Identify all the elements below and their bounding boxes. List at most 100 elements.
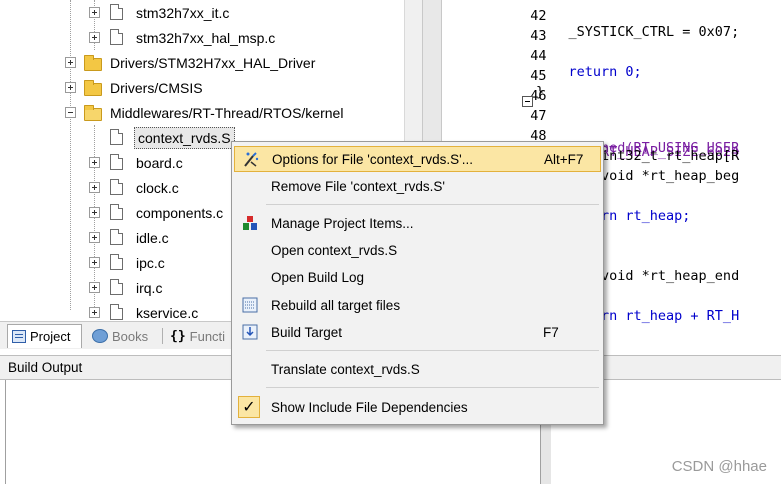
- line-number: 46: [530, 88, 547, 104]
- menu-item-label: Show Include File Dependencies: [271, 399, 468, 415]
- books-icon: [92, 329, 108, 343]
- manage-items-icon: [240, 213, 260, 233]
- tree-item-stm32h7xx-hal-msp[interactable]: stm32h7xx_hal_msp.c: [0, 25, 404, 50]
- tab-project[interactable]: Project: [7, 324, 82, 348]
- expand-icon[interactable]: [89, 207, 100, 218]
- build-output-title: Build Output: [8, 360, 83, 375]
- folder-icon: [84, 80, 102, 96]
- file-icon: [110, 204, 123, 220]
- tree-item-hal-driver-folder[interactable]: Drivers/STM32H7xx_HAL_Driver: [0, 50, 404, 75]
- tree-item-cmsis-folder[interactable]: Drivers/CMSIS: [0, 75, 404, 100]
- file-icon: [110, 4, 123, 20]
- tree-item-label: irq.c: [136, 279, 163, 296]
- watermark: CSDN @hhae: [671, 458, 767, 475]
- tree-item-stm32h7xx-it[interactable]: stm32h7xx_it.c: [0, 0, 404, 25]
- check-icon: ✓: [238, 396, 260, 418]
- file-icon: [110, 179, 123, 195]
- tab-label: Books: [112, 328, 149, 344]
- fold-collapse-icon[interactable]: [522, 96, 533, 107]
- tree-item-label: board.c: [136, 154, 183, 171]
- tree-item-kernel-folder[interactable]: Middlewares/RT-Thread/RTOS/kernel: [0, 100, 404, 125]
- folder-icon: [84, 55, 102, 71]
- tab-label: Project: [30, 329, 71, 344]
- code-line: 46: [442, 72, 546, 104]
- menu-item-label: Open Build Log: [271, 269, 365, 285]
- code-line: 43: [442, 12, 546, 44]
- context-menu: Options for File 'context_rvds.S'... Alt…: [231, 141, 604, 425]
- menu-separator: [266, 350, 599, 351]
- menu-item-label: Manage Project Items...: [271, 215, 414, 231]
- expand-icon[interactable]: [89, 7, 100, 18]
- file-icon: [110, 154, 123, 170]
- line-number: 43: [530, 28, 547, 44]
- tree-item-label: kservice.c: [136, 304, 199, 321]
- collapse-icon[interactable]: [65, 107, 76, 118]
- code-line: 42 _SYSTICK_CTRL = 0x07;: [442, 0, 739, 40]
- expand-icon[interactable]: [89, 257, 100, 268]
- menu-item-rebuild-all[interactable]: Rebuild all target files: [234, 292, 601, 318]
- file-icon: [110, 229, 123, 245]
- line-number: 45: [530, 68, 547, 84]
- tree-item-label: components.c: [136, 204, 224, 221]
- tree-item-label: Drivers/STM32H7xx_HAL_Driver: [110, 54, 316, 71]
- tab-functions[interactable]: {} Functi: [170, 324, 230, 348]
- tree-item-label: idle.c: [136, 229, 169, 246]
- tree-item-label: clock.c: [136, 179, 179, 196]
- code-line: 48 #define RT_HEAP_SIZE 6024: [442, 112, 739, 160]
- menu-item-label: Open context_rvds.S: [271, 242, 398, 258]
- tree-item-label: stm32h7xx_it.c: [136, 4, 230, 21]
- menu-item-open-build-log[interactable]: Open Build Log: [234, 264, 601, 290]
- menu-item-build-target[interactable]: Build Target F7: [234, 319, 601, 345]
- code-line: 47 #if defined(RT_USING_USER: [442, 92, 739, 156]
- menu-item-shortcut: Alt+F7: [544, 151, 584, 167]
- code-text: return 0;: [536, 64, 642, 80]
- menu-item-remove-file[interactable]: Remove File 'context_rvds.S': [234, 173, 601, 199]
- menu-item-label: Translate context_rvds.S: [271, 361, 420, 377]
- tree-item-label: ipc.c: [136, 254, 165, 271]
- file-icon: [110, 254, 123, 270]
- menu-item-manage-project-items[interactable]: Manage Project Items...: [234, 210, 601, 236]
- tree-item-label: Middlewares/RT-Thread/RTOS/kernel: [110, 104, 344, 121]
- tab-books[interactable]: Books: [90, 324, 160, 348]
- tab-divider: [162, 328, 163, 344]
- open-folder-icon: [84, 105, 102, 121]
- file-icon: [110, 304, 123, 320]
- project-icon: [12, 330, 26, 343]
- line-number: 44: [530, 48, 547, 64]
- menu-item-shortcut: F7: [543, 324, 559, 340]
- tab-label: Functi: [189, 328, 226, 344]
- file-icon: [110, 279, 123, 295]
- file-icon: [110, 29, 123, 45]
- expand-icon[interactable]: [89, 182, 100, 193]
- expand-icon[interactable]: [89, 282, 100, 293]
- menu-separator: [266, 387, 599, 388]
- expand-icon[interactable]: [65, 82, 76, 93]
- build-icon: [240, 322, 260, 342]
- rebuild-icon: [240, 295, 260, 315]
- menu-item-label: Build Target: [271, 324, 343, 340]
- expand-icon[interactable]: [89, 32, 100, 43]
- menu-item-options-for-file[interactable]: Options for File 'context_rvds.S'... Alt…: [234, 146, 601, 172]
- menu-separator: [266, 204, 599, 205]
- menu-item-label: Rebuild all target files: [271, 297, 401, 313]
- expand-icon[interactable]: [89, 157, 100, 168]
- tree-item-label: context_rvds.S: [134, 126, 235, 149]
- tree-item-label: stm32h7xx_hal_msp.c: [136, 29, 276, 46]
- menu-item-label: Remove File 'context_rvds.S': [271, 178, 445, 194]
- menu-item-translate[interactable]: Translate context_rvds.S: [234, 356, 601, 382]
- menu-item-show-include-deps[interactable]: ✓ Show Include File Dependencies: [234, 394, 601, 420]
- code-text: _SYSTICK_CTRL = 0x07;: [536, 24, 740, 40]
- expand-icon[interactable]: [89, 307, 100, 318]
- file-icon: [110, 129, 123, 145]
- options-wand-icon: [241, 149, 261, 169]
- code-line: 45 }: [442, 52, 546, 100]
- expand-icon[interactable]: [65, 57, 76, 68]
- expand-icon[interactable]: [89, 232, 100, 243]
- menu-item-open-file[interactable]: Open context_rvds.S: [234, 237, 601, 263]
- line-number: 42: [530, 8, 547, 24]
- code-line: 44 return 0;: [442, 32, 641, 80]
- functions-icon: {}: [170, 328, 186, 344]
- menu-item-label: Options for File 'context_rvds.S'...: [272, 151, 473, 167]
- line-number: 47: [530, 108, 547, 124]
- tree-item-label: Drivers/CMSIS: [110, 79, 203, 96]
